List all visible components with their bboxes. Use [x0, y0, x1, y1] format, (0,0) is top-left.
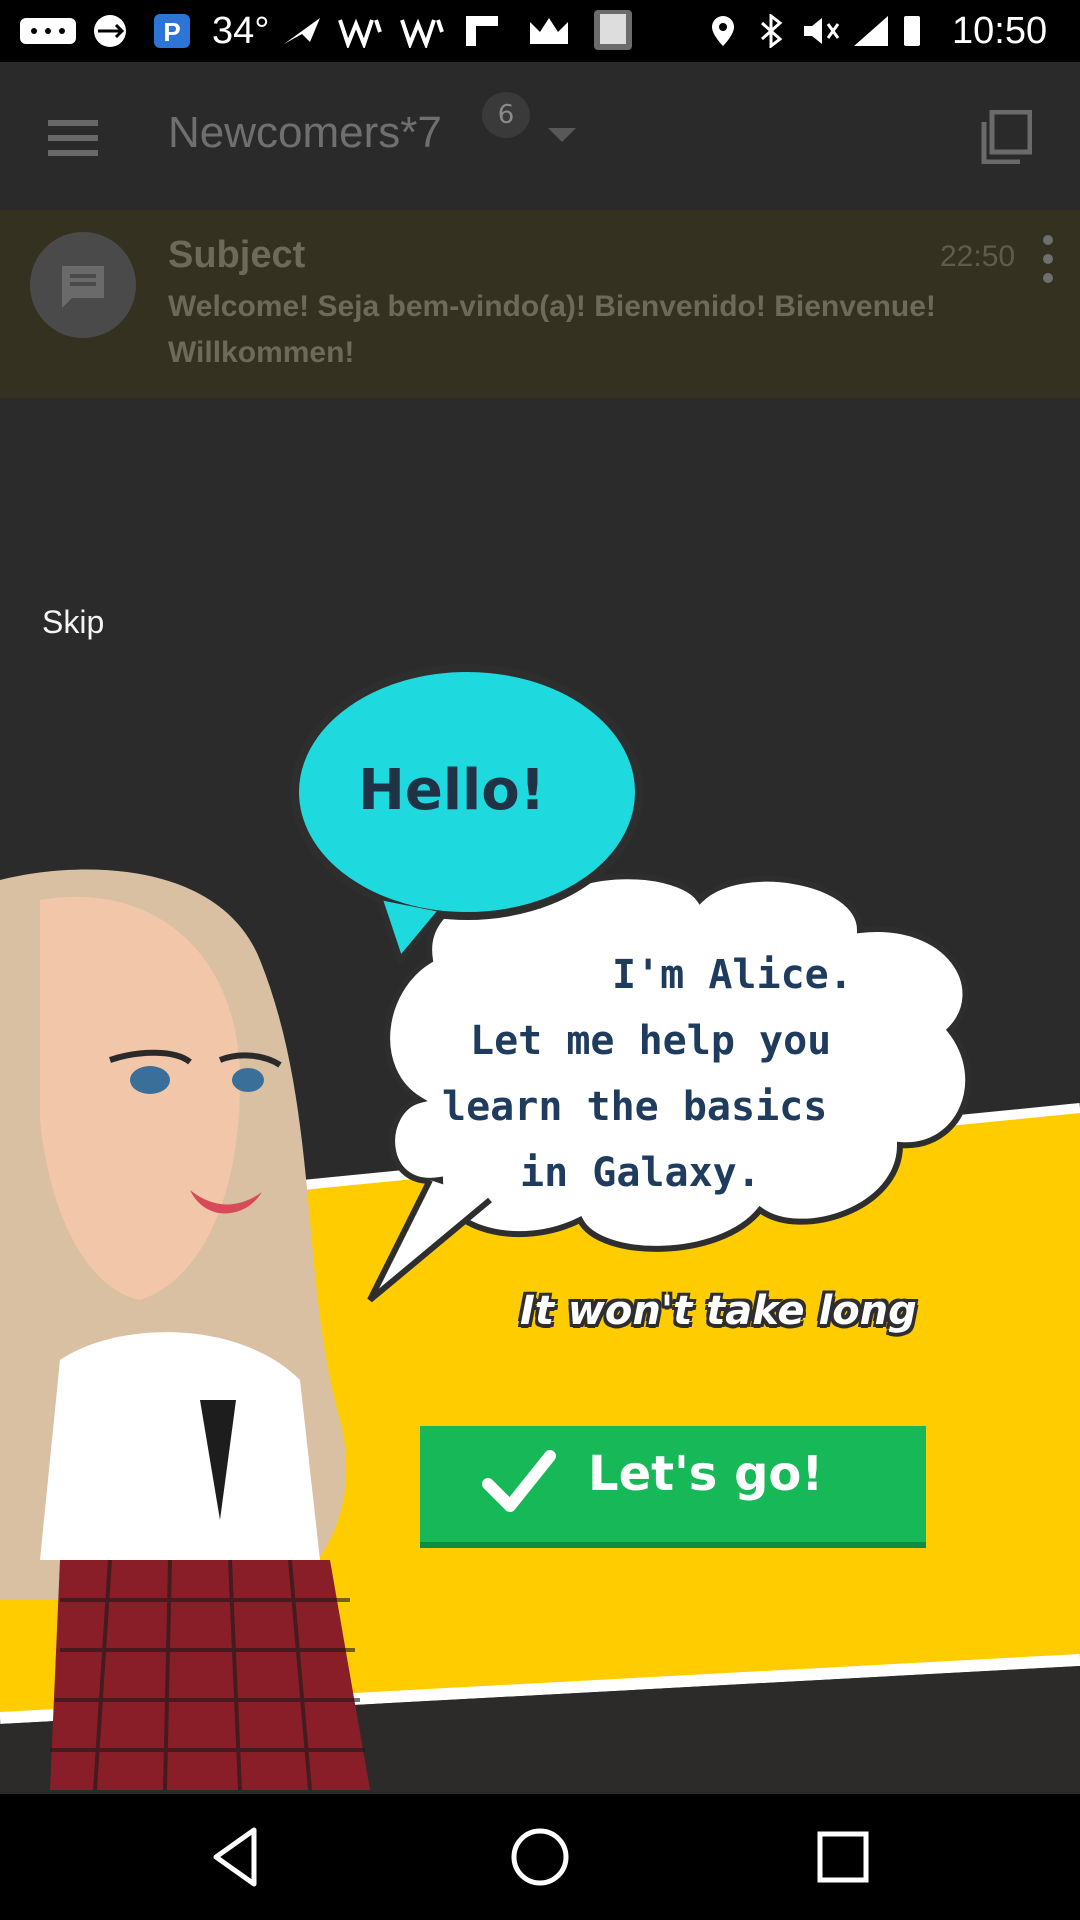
menu-icon[interactable] [48, 118, 98, 158]
message-row[interactable]: Subject 22:50 Welcome! Seja bem-vindo(a)… [0, 210, 1080, 398]
usb-icon [94, 15, 126, 47]
subtitle-text: It won't take long [520, 1288, 917, 1334]
chat-icon [62, 266, 104, 308]
hello-text: Hello! [358, 758, 546, 823]
lets-go-label: Let's go! [588, 1446, 824, 1502]
wave-icon-2 [400, 18, 444, 48]
message-time: 22:50 [940, 240, 1016, 273]
intro-line-1: I'm Alice. [612, 952, 853, 998]
home-icon[interactable] [505, 1822, 575, 1892]
intro-line-2: Let me help you [470, 1018, 832, 1064]
crown-icon [530, 18, 568, 44]
mute-icon [804, 18, 840, 44]
intro-line-4: in Galaxy. [520, 1150, 761, 1196]
skip-button[interactable]: Skip [42, 604, 104, 641]
more-options-icon[interactable] [1036, 234, 1060, 284]
bible-app-icon [594, 10, 632, 50]
wave-icon [338, 18, 382, 48]
chevron-down-icon[interactable] [548, 128, 576, 142]
clock: 10:50 [952, 10, 1048, 52]
status-bar: P 34° 10:50 [0, 0, 1080, 62]
lets-go-button[interactable]: Let's go! [420, 1426, 926, 1548]
avatar [30, 232, 136, 338]
app-bar: Newcomers*7 6 [0, 62, 1080, 210]
message-preview: Welcome! Seja bem-vindo(a)! Bienvenido! … [168, 290, 936, 369]
conversation-title[interactable]: Newcomers*7 [168, 108, 442, 158]
message-subject: Subject [168, 234, 306, 276]
svg-text:P: P [163, 17, 180, 47]
signal-icon [854, 16, 888, 46]
back-icon[interactable] [202, 1822, 272, 1892]
unread-badge: 6 [482, 92, 530, 138]
parking-app-icon: P [154, 14, 190, 48]
location-icon [712, 16, 734, 46]
copy-icon[interactable] [980, 110, 1032, 164]
flipboard-icon [466, 16, 498, 46]
messages-icon [20, 18, 76, 44]
bluetooth-icon [761, 14, 783, 48]
temperature: 34° [212, 10, 270, 52]
check-icon [482, 1450, 556, 1512]
airplane-icon [284, 18, 320, 44]
battery-icon [904, 16, 920, 46]
intro-line-3: learn the basics [442, 1084, 828, 1130]
navigation-bar [0, 1794, 1080, 1920]
recents-icon[interactable] [808, 1822, 878, 1892]
